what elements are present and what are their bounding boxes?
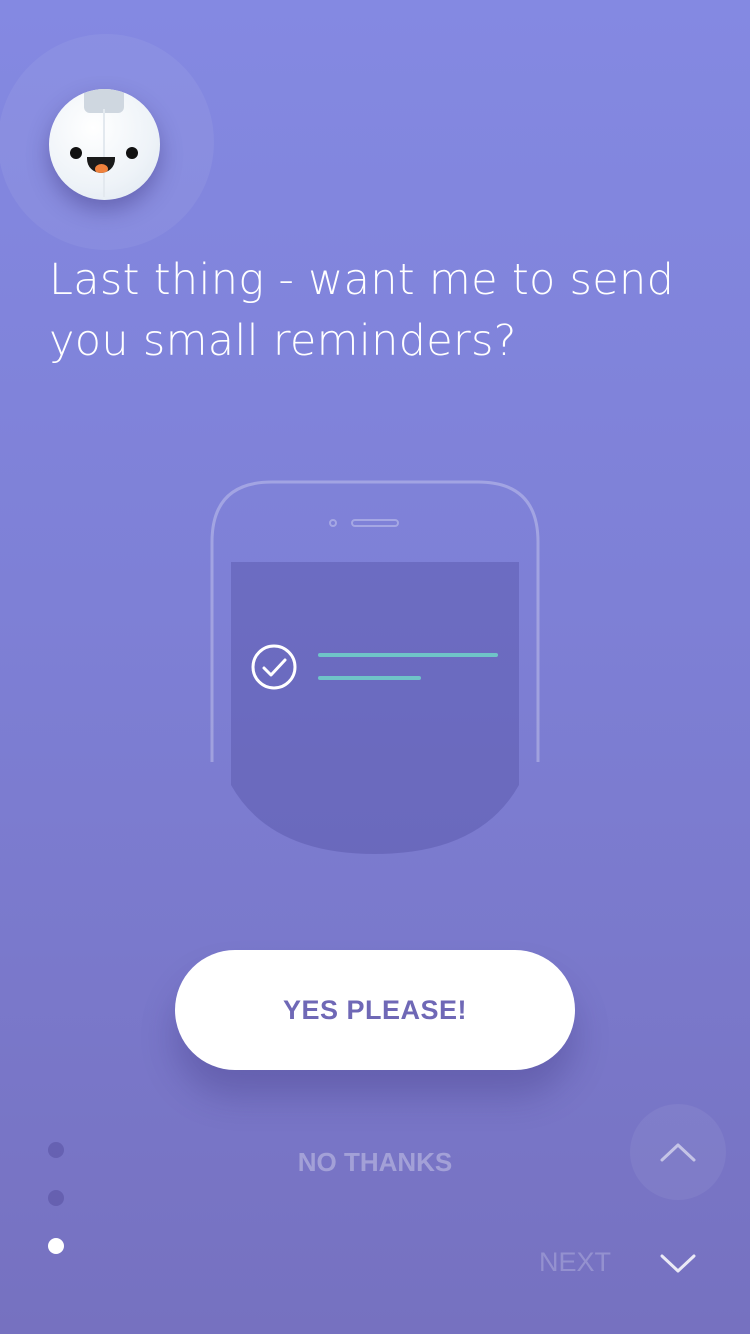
page-indicator-dot-3	[48, 1238, 64, 1254]
phone-speaker	[351, 519, 399, 527]
mascot-avatar	[49, 89, 160, 200]
mascot-seam	[103, 109, 105, 197]
page-indicator-dot-2	[48, 1190, 64, 1206]
mascot-left-eye	[70, 147, 82, 159]
next-page-button[interactable]	[650, 1236, 706, 1292]
chevron-down-icon	[660, 1254, 696, 1273]
previous-page-button[interactable]	[630, 1104, 726, 1200]
chevron-up-icon	[660, 1143, 696, 1162]
next-label[interactable]: NEXT	[520, 1242, 630, 1282]
phone-camera	[329, 519, 337, 527]
page-indicator-dot-1	[48, 1142, 64, 1158]
mascot-right-eye	[126, 147, 138, 159]
phone-screen	[231, 562, 519, 854]
yes-please-button[interactable]: YES PLEASE!	[175, 950, 575, 1070]
no-thanks-button[interactable]: NO THANKS	[250, 1140, 500, 1184]
phone-illustration	[210, 480, 540, 854]
mascot-mouth	[87, 157, 115, 173]
page-title: Last thing - want me to send you small r…	[49, 255, 675, 366]
